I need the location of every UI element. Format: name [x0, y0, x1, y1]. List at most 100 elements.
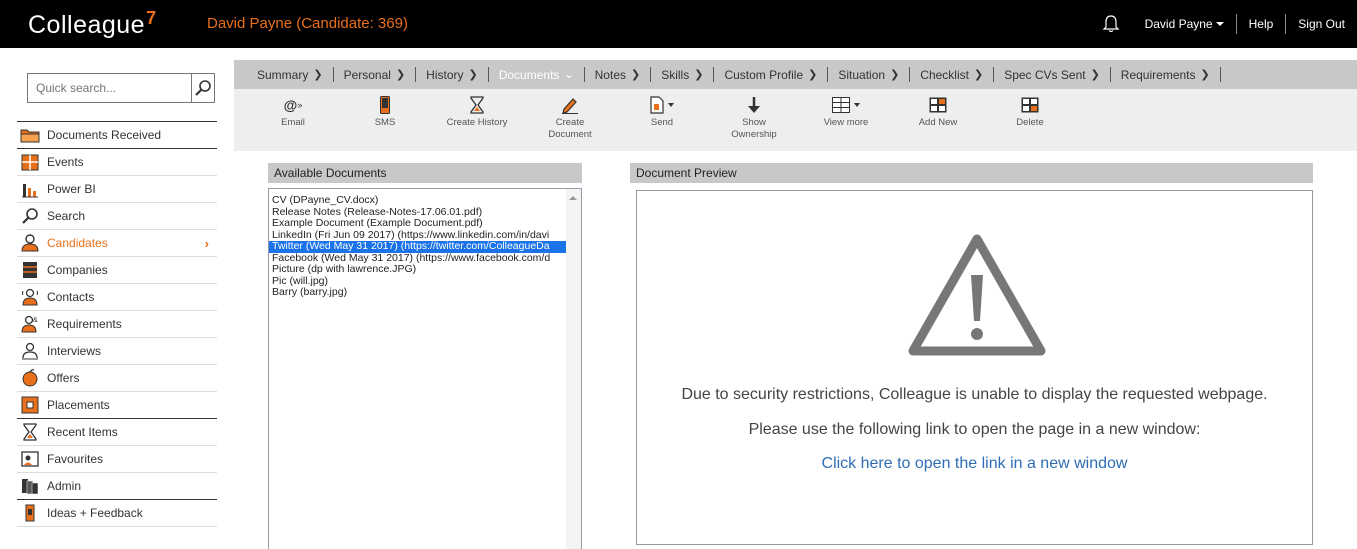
create-history-button[interactable]: Create History [437, 95, 517, 129]
sidebar-item-label: Admin [47, 479, 82, 493]
chevron-right-icon: ❯ [973, 69, 984, 81]
scrollbar[interactable] [566, 189, 581, 549]
offer-icon [19, 369, 41, 387]
arrow-down-icon [714, 95, 794, 115]
divider [487, 67, 489, 82]
sidebar-item-label: Contacts [47, 290, 95, 304]
chevron-down-icon [1215, 22, 1224, 26]
sidebar-item-candidates[interactable]: Candidates › [17, 230, 217, 257]
list-item-selected[interactable]: Twitter (Wed May 31 2017) (https://twitt… [269, 240, 581, 253]
add-row-icon [898, 95, 978, 115]
tab-notes[interactable]: Notes ❯ [595, 68, 641, 82]
folder-icon [19, 126, 41, 144]
chevron-right-icon: ❯ [1090, 69, 1100, 81]
requirement-icon: & [19, 315, 41, 333]
sidebar-item-ideas-feedback[interactable]: Ideas + Feedback [17, 500, 217, 527]
sidebar-item-documents-received[interactable]: Documents Received [17, 122, 217, 149]
divider [827, 67, 829, 82]
sidebar-item-companies[interactable]: Companies [17, 257, 217, 284]
admin-icon [19, 477, 41, 495]
search-icon [19, 207, 41, 225]
user-menu[interactable]: David Payne [1145, 17, 1224, 31]
notification-bell-icon[interactable] [1101, 14, 1121, 34]
top-bar: Colleague7 David Payne (Candidate: 369) … [0, 0, 1357, 48]
sidebar-item-label: Recent Items [47, 425, 118, 439]
delete-button[interactable]: Delete [990, 95, 1070, 129]
divider [1109, 67, 1111, 82]
person-icon [19, 234, 41, 252]
tab-spec-cvs-sent[interactable]: Spec CVs Sent ❯ [1004, 68, 1100, 82]
document-preview-panel: Due to security restrictions, Colleague … [636, 190, 1313, 545]
chevron-right-icon: ❯ [313, 69, 323, 81]
chevron-right-icon: ❯ [468, 69, 478, 81]
tab-requirements[interactable]: Requirements ❯ [1121, 68, 1210, 82]
chevron-down-icon [854, 103, 860, 107]
tab-bar: Summary ❯ Personal ❯ History ❯ Documents ⌄ N… [234, 60, 1357, 89]
available-documents-header: Available Documents [268, 163, 582, 183]
list-item[interactable]: CV (DPayne_CV.docx) [269, 194, 581, 207]
grid-icon [806, 95, 886, 115]
open-in-new-window-link[interactable]: Click here to open the link in a new win… [637, 455, 1312, 473]
sidebar-item-events[interactable]: Events [17, 149, 217, 176]
divider [332, 67, 334, 82]
list-item[interactable]: Barry (barry.jpg) [269, 286, 581, 299]
quick-search-input[interactable] [28, 74, 191, 102]
tab-history[interactable]: History ❯ [426, 68, 478, 82]
sidebar-item-recent-items[interactable]: Recent Items [17, 419, 217, 446]
email-button[interactable]: @» Email [253, 95, 333, 129]
sidebar-item-placements[interactable]: Placements [17, 392, 217, 419]
warning-icon [908, 234, 1046, 356]
calendar-icon [19, 153, 41, 171]
show-ownership-button[interactable]: Show Ownership [714, 95, 794, 141]
view-more-button[interactable]: View more [806, 95, 886, 129]
sidebar-item-label: Documents Received [47, 128, 162, 142]
tab-situation[interactable]: Situation ❯ [838, 68, 899, 82]
divider [713, 67, 715, 82]
sidebar-item-label: Candidates [47, 236, 108, 250]
chevron-right-icon: ❯ [694, 69, 704, 81]
documents-listbox[interactable]: CV (DPayne_CV.docx) Release Notes (Relea… [268, 188, 582, 549]
create-document-button[interactable]: Create Document [530, 95, 610, 141]
tab-skills[interactable]: Skills ❯ [661, 68, 703, 82]
divider [1219, 67, 1221, 82]
sidebar-item-label: Requirements [47, 317, 122, 331]
tab-documents[interactable]: Documents ⌄ [499, 68, 574, 82]
delete-row-icon [990, 95, 1070, 115]
pencil-icon [530, 95, 610, 115]
feedback-icon [19, 504, 41, 522]
app-logo[interactable]: Colleague7 [28, 8, 157, 40]
send-button[interactable]: Send [622, 95, 702, 129]
sidebar-item-label: Events [47, 155, 84, 169]
sidebar-item-label: Placements [47, 398, 110, 412]
sidebar-item-contacts[interactable]: Contacts [17, 284, 217, 311]
chevron-right-icon: ❯ [1200, 69, 1210, 81]
sidebar-item-power-bi[interactable]: Power BI [17, 176, 217, 203]
chevron-right-icon: › [204, 236, 209, 251]
add-new-button[interactable]: Add New [898, 95, 978, 129]
sidebar-item-interviews[interactable]: Interviews [17, 338, 217, 365]
sidebar-item-admin[interactable]: Admin [17, 473, 217, 500]
list-item[interactable]: Example Document (Example Document.pdf) [269, 217, 581, 230]
divider [1285, 14, 1287, 34]
email-icon: @» [283, 97, 303, 113]
sidebar-item-favourites[interactable]: Favourites [17, 446, 217, 473]
sidebar-item-search[interactable]: Search [17, 203, 217, 230]
scroll-up-icon[interactable] [569, 196, 577, 200]
sign-out-link[interactable]: Sign Out [1298, 17, 1345, 31]
tab-checklist[interactable]: Checklist ❯ [920, 68, 983, 82]
divider [650, 67, 652, 82]
help-link[interactable]: Help [1249, 17, 1274, 31]
sidebar-item-offers[interactable]: Offers [17, 365, 217, 392]
divider [1235, 14, 1237, 34]
tab-personal[interactable]: Personal ❯ [344, 68, 406, 82]
list-item[interactable]: Picture (dp with lawrence.JPG) [269, 263, 581, 276]
quick-search [27, 73, 215, 103]
tab-custom-profile[interactable]: Custom Profile ❯ [724, 68, 817, 82]
document-preview-header: Document Preview [630, 163, 1313, 183]
favourite-icon [19, 450, 41, 468]
sms-button[interactable]: SMS [345, 95, 425, 129]
sidebar-item-requirements[interactable]: & Requirements [17, 311, 217, 338]
svg-text:&: & [33, 317, 38, 324]
search-button[interactable] [191, 74, 214, 102]
tab-summary[interactable]: Summary ❯ [257, 68, 323, 82]
